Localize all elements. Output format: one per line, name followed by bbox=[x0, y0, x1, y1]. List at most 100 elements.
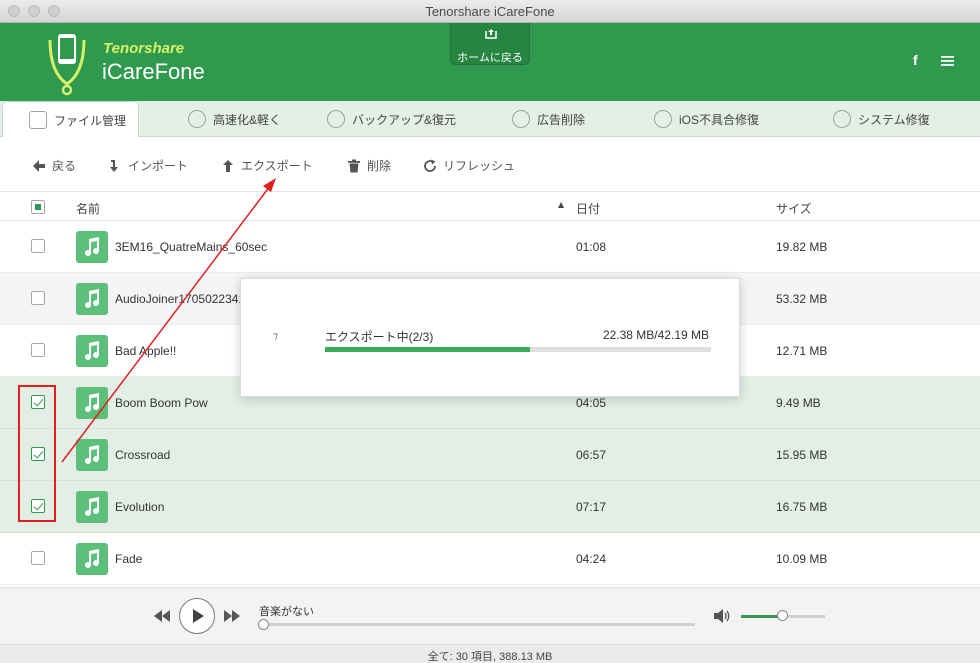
table-row[interactable]: Crossroad 06:57 15.95 MB bbox=[0, 429, 980, 481]
file-size: 10.09 MB bbox=[776, 552, 828, 566]
tab-label: 高速化&軽く bbox=[213, 112, 282, 127]
seek-knob[interactable] bbox=[258, 619, 269, 630]
column-name[interactable]: 名前 bbox=[76, 200, 100, 217]
row-checkbox[interactable] bbox=[31, 551, 45, 565]
back-label: 戻る bbox=[52, 159, 77, 173]
table-row[interactable]: Evolution 07:17 16.75 MB bbox=[0, 481, 980, 533]
window-title: Tenorshare iCareFone bbox=[425, 4, 555, 19]
music-note-icon bbox=[76, 543, 108, 575]
trash-icon bbox=[348, 159, 360, 172]
home-button[interactable]: ホームに戻る bbox=[450, 23, 530, 65]
play-button[interactable] bbox=[179, 598, 215, 634]
refresh-icon bbox=[424, 159, 436, 172]
window-titlebar: Tenorshare iCareFone bbox=[0, 0, 980, 23]
file-date: 04:05 bbox=[576, 396, 607, 410]
file-name: Evolution bbox=[115, 500, 165, 514]
trash-icon bbox=[512, 110, 530, 128]
back-button[interactable]: 戻る bbox=[32, 157, 76, 174]
seek-bar[interactable] bbox=[263, 623, 695, 626]
file-name: 3EM16_QuatreMains_60sec bbox=[115, 240, 268, 254]
export-label: エクスポート bbox=[241, 159, 313, 173]
wrench-icon bbox=[833, 110, 851, 128]
import-arrow-icon bbox=[110, 159, 118, 172]
file-name: AudioJoiner1705022341 bbox=[115, 292, 246, 306]
music-player: 音楽がない bbox=[0, 587, 980, 644]
volume-knob[interactable] bbox=[777, 610, 788, 621]
tab-system-repair[interactable]: システム修復 bbox=[833, 101, 930, 137]
select-all-checkbox[interactable] bbox=[31, 200, 45, 214]
export-arrow-icon bbox=[223, 159, 233, 172]
table-header: 名前 日付 サイズ bbox=[0, 192, 980, 221]
file-size: 9.49 MB bbox=[776, 396, 821, 410]
table-row[interactable]: Fade 04:24 10.09 MB bbox=[0, 533, 980, 585]
refresh-label: リフレッシュ bbox=[443, 159, 516, 173]
sort-up-icon[interactable] bbox=[558, 202, 564, 208]
delete-label: 削除 bbox=[367, 159, 392, 173]
music-note-icon bbox=[76, 335, 108, 367]
iphone-logo-icon bbox=[48, 34, 86, 96]
table-row[interactable]: 3EM16_QuatreMains_60sec 01:08 19.82 MB bbox=[0, 221, 980, 273]
refresh-button[interactable]: リフレッシュ bbox=[423, 157, 515, 174]
refresh-icon bbox=[654, 110, 672, 128]
file-name: Boom Boom Pow bbox=[115, 396, 208, 410]
file-name: Bad Apple!! bbox=[115, 344, 177, 358]
music-note-icon bbox=[76, 231, 108, 263]
tab-label: バックアップ&復元 bbox=[352, 112, 457, 127]
brand-icarefone: iCareFone bbox=[102, 59, 205, 84]
tab-label: ファイル管理 bbox=[54, 113, 127, 128]
menu-icon[interactable] bbox=[941, 56, 954, 66]
volume-icon[interactable] bbox=[714, 609, 732, 623]
file-manage-icon bbox=[29, 111, 47, 129]
export-button[interactable]: エクスポート bbox=[221, 157, 313, 174]
track-title: 音楽がない bbox=[259, 606, 314, 618]
row-checkbox[interactable] bbox=[31, 239, 45, 253]
row-checkbox[interactable] bbox=[31, 343, 45, 357]
file-name: Crossroad bbox=[115, 448, 171, 462]
file-size: 16.75 MB bbox=[776, 500, 828, 514]
file-size: 15.95 MB bbox=[776, 448, 828, 462]
home-button-label: ホームに戻る bbox=[457, 52, 523, 64]
folder-icon bbox=[327, 110, 345, 128]
previous-track-icon[interactable] bbox=[154, 610, 170, 622]
tab-file-manage[interactable]: ファイル管理 bbox=[2, 101, 140, 138]
tab-label: iOS不具合修復 bbox=[679, 112, 760, 127]
loading-spinner-icon: ⁊ bbox=[273, 331, 278, 342]
app-header: Tenorshare iCareFone ホームに戻る f bbox=[0, 23, 980, 101]
next-track-icon[interactable] bbox=[224, 610, 240, 622]
file-size: 12.71 MB bbox=[776, 344, 828, 358]
music-note-icon bbox=[76, 283, 108, 315]
import-button[interactable]: インポート bbox=[108, 157, 188, 174]
music-note-icon bbox=[76, 387, 108, 419]
file-size: 53.32 MB bbox=[776, 292, 828, 306]
export-progress-size: 22.38 MB/42.19 MB bbox=[602, 328, 709, 342]
tab-label: 広告削除 bbox=[537, 112, 586, 127]
tab-label: システム修復 bbox=[858, 112, 930, 127]
file-date: 07:17 bbox=[576, 500, 607, 514]
main-tabs: ファイル管理 高速化&軽く バックアップ&復元 広告削除 iOS不具合修復 シス… bbox=[0, 101, 980, 138]
facebook-icon[interactable]: f bbox=[913, 52, 918, 68]
column-size[interactable]: サイズ bbox=[776, 200, 812, 217]
file-date: 06:57 bbox=[576, 448, 607, 462]
file-size: 19.82 MB bbox=[776, 240, 828, 254]
export-progress-bar bbox=[325, 347, 711, 352]
file-list: 3EM16_QuatreMains_60sec 01:08 19.82 MB A… bbox=[0, 221, 980, 585]
export-progress-title: エクスポート中(2/3) bbox=[325, 330, 434, 344]
music-note-icon bbox=[76, 439, 108, 471]
tab-backup-restore[interactable]: バックアップ&復元 bbox=[327, 101, 456, 137]
file-date: 01:08 bbox=[576, 240, 607, 254]
delete-button[interactable]: 削除 bbox=[347, 157, 391, 174]
export-progress-dialog: ⁊ エクスポート中(2/3) 22.38 MB/42.19 MB bbox=[240, 278, 740, 397]
tab-ad-removal[interactable]: 広告削除 bbox=[512, 101, 585, 137]
tab-speedup[interactable]: 高速化&軽く bbox=[188, 101, 281, 137]
rocket-icon bbox=[188, 110, 206, 128]
file-date: 04:24 bbox=[576, 552, 607, 566]
file-name: Fade bbox=[115, 552, 143, 566]
column-date[interactable]: 日付 bbox=[576, 200, 600, 217]
import-label: インポート bbox=[128, 159, 189, 173]
row-checkbox[interactable] bbox=[31, 291, 45, 305]
music-note-icon bbox=[76, 491, 108, 523]
tab-ios-repair[interactable]: iOS不具合修復 bbox=[654, 101, 759, 137]
arrow-left-icon bbox=[33, 159, 45, 172]
status-bar: 全て: 30 項目, 388.13 MB bbox=[0, 644, 980, 663]
selection-highlight-box bbox=[18, 385, 56, 522]
